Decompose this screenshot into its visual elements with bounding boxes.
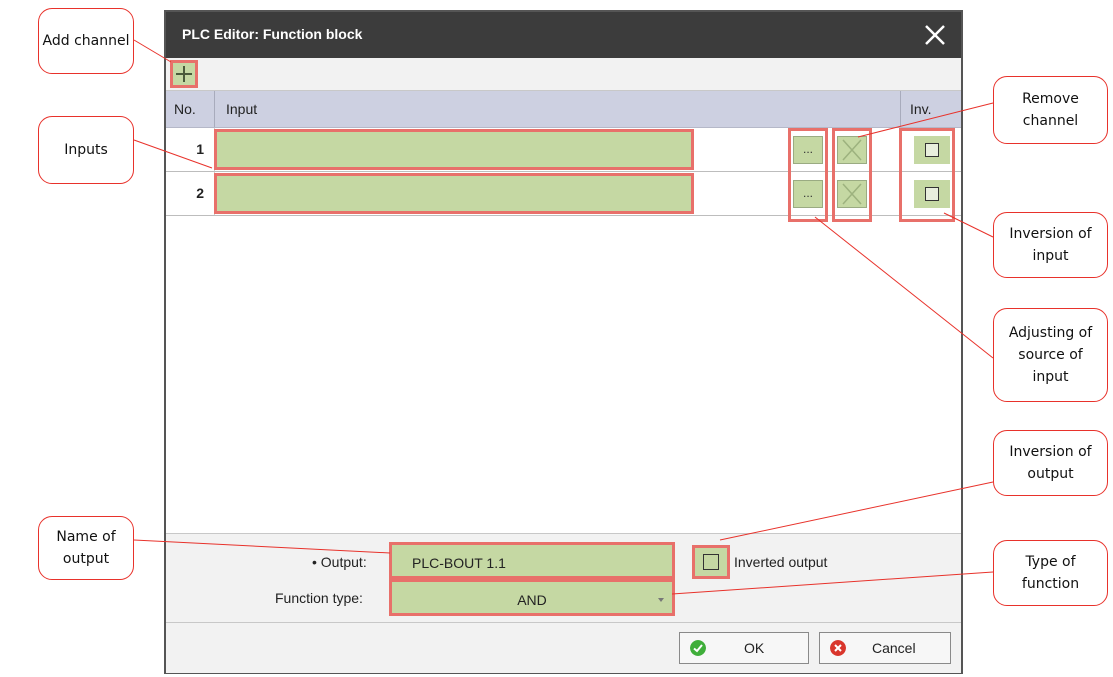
row-number: 1 bbox=[196, 141, 204, 157]
header-no: No. bbox=[174, 101, 196, 117]
callout-inversion-of-output: Inversion of output bbox=[993, 430, 1108, 496]
plus-icon bbox=[176, 66, 192, 82]
function-block-dialog: PLC Editor: Function block No. Input Inv… bbox=[164, 10, 963, 674]
header-inv: Inv. bbox=[910, 101, 932, 117]
output-label: • Output: bbox=[312, 554, 367, 570]
button-bar: OK Cancel bbox=[166, 622, 961, 673]
close-icon[interactable] bbox=[919, 18, 951, 52]
function-type-label: Function type: bbox=[275, 590, 363, 606]
title-bar: PLC Editor: Function block bbox=[166, 12, 961, 58]
dialog-title: PLC Editor: Function block bbox=[182, 26, 363, 42]
select-source-highlight bbox=[788, 128, 828, 222]
ok-button[interactable]: OK bbox=[679, 632, 809, 664]
chevron-down-icon bbox=[658, 598, 664, 602]
inverted-output-checkbox[interactable] bbox=[692, 545, 730, 579]
inverted-output-label: Inverted output bbox=[734, 554, 828, 570]
cancel-button[interactable]: Cancel bbox=[819, 632, 951, 664]
row-number: 2 bbox=[196, 185, 204, 201]
table-header: No. Input Inv. bbox=[166, 91, 961, 128]
input-field[interactable] bbox=[214, 129, 694, 170]
callout-name-of-output: Name of output bbox=[38, 516, 134, 580]
cancel-label: Cancel bbox=[872, 640, 916, 656]
add-channel-button[interactable] bbox=[170, 60, 198, 88]
callout-inversion-of-input: Inversion of input bbox=[993, 212, 1108, 278]
callout-remove-channel: Remove channel bbox=[993, 76, 1108, 144]
callout-type-of-function: Type of function bbox=[993, 540, 1108, 606]
function-type-select[interactable]: AND bbox=[389, 579, 675, 616]
input-field[interactable] bbox=[214, 173, 694, 214]
callout-adjusting-source: Adjusting of source of input bbox=[993, 308, 1108, 402]
check-icon bbox=[690, 640, 706, 656]
ok-label: OK bbox=[744, 640, 765, 656]
checkbox-icon bbox=[703, 554, 719, 570]
cancel-icon bbox=[830, 640, 846, 656]
callout-inputs: Inputs bbox=[38, 116, 134, 184]
invert-input-highlight bbox=[899, 128, 955, 222]
output-name-field[interactable]: PLC-BOUT 1.1 bbox=[389, 542, 675, 579]
footer-panel: • Output: PLC-BOUT 1.1 Inverted output F… bbox=[166, 533, 961, 622]
output-value: PLC-BOUT 1.1 bbox=[412, 555, 506, 571]
toolbar bbox=[166, 58, 961, 91]
header-input: Input bbox=[226, 101, 258, 117]
function-type-value: AND bbox=[517, 592, 547, 608]
remove-channel-highlight bbox=[832, 128, 872, 222]
callout-add-channel: Add channel bbox=[38, 8, 134, 74]
